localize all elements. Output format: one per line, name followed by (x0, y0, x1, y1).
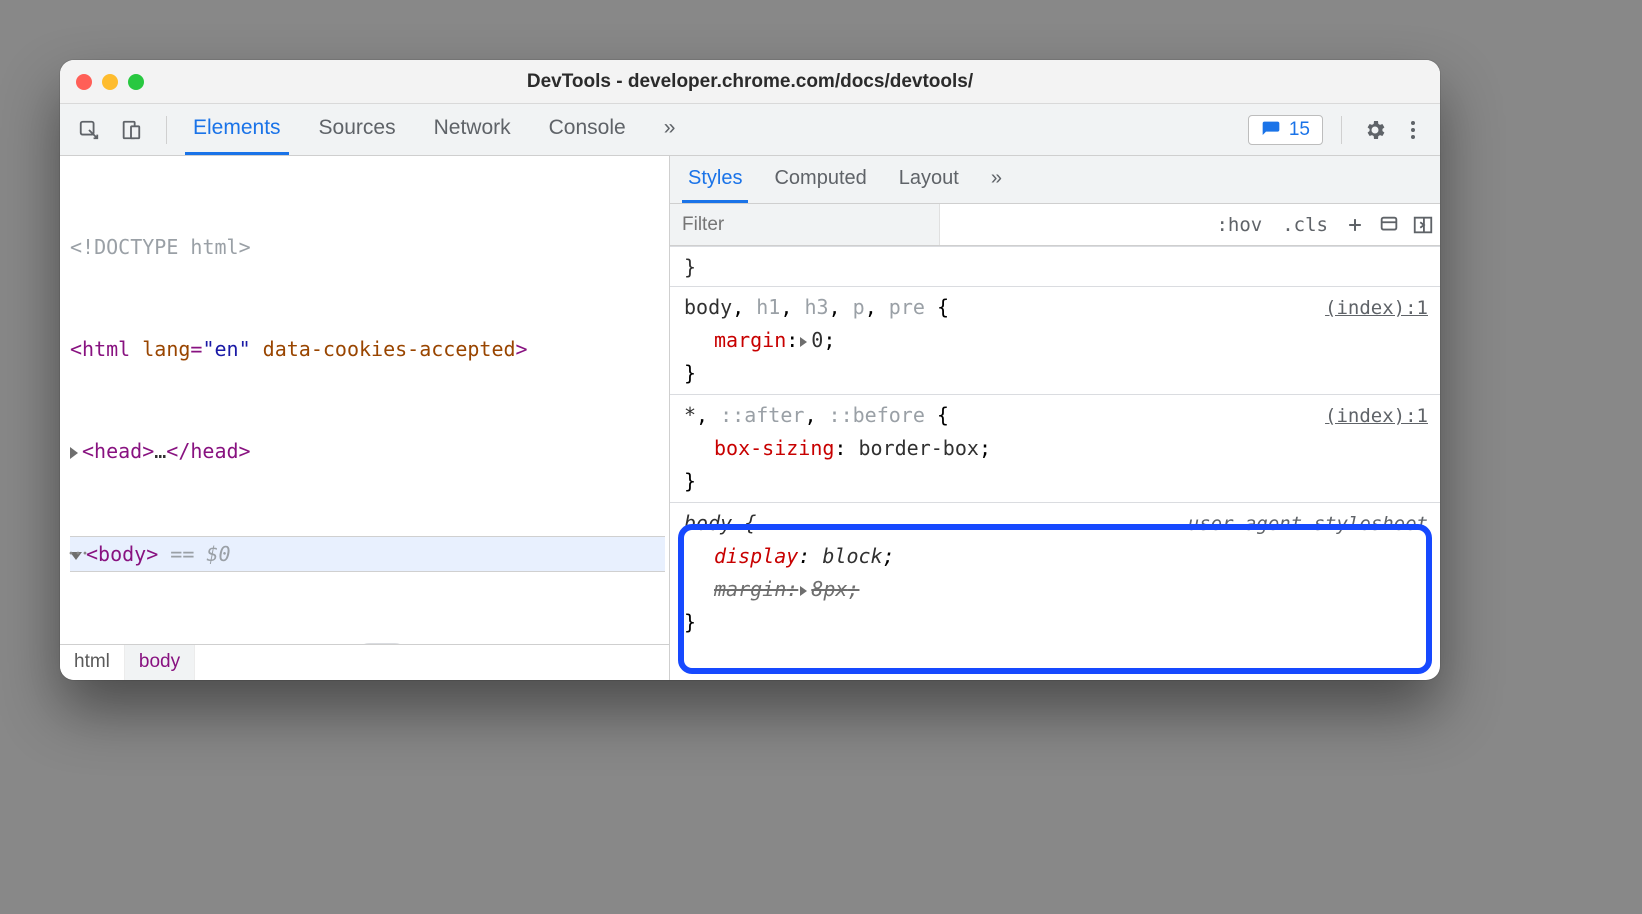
close-window-button[interactable] (76, 74, 92, 90)
styles-panel: Styles Computed Layout » :hov .cls } (i (670, 156, 1440, 680)
tab-console[interactable]: Console (541, 104, 634, 155)
styles-tab-layout[interactable]: Layout (893, 157, 965, 203)
traffic-lights (76, 74, 144, 90)
user-agent-style-rule[interactable]: user agent stylesheet body { display: bl… (670, 503, 1440, 643)
tab-elements[interactable]: Elements (185, 104, 289, 155)
issues-count: 15 (1289, 119, 1310, 141)
device-emulation-icon[interactable] (114, 113, 148, 147)
style-rules: } (index):1 body, h1, h3, p, pre { margi… (670, 246, 1440, 680)
new-style-rule-icon[interactable] (1338, 215, 1372, 235)
class-toggle-button[interactable]: .cls (1272, 214, 1338, 236)
dom-head[interactable]: <head>…</head> (70, 434, 665, 468)
issues-badge[interactable]: 15 (1248, 115, 1323, 145)
window-title: DevTools - developer.chrome.com/docs/dev… (60, 71, 1440, 93)
toolbar-divider (166, 116, 167, 144)
styles-tab-styles[interactable]: Styles (682, 157, 748, 203)
inspect-element-icon[interactable] (72, 113, 106, 147)
crumb-body[interactable]: body (125, 645, 195, 680)
styles-tab-computed[interactable]: Computed (768, 157, 872, 203)
expand-shorthand-icon[interactable] (800, 586, 807, 596)
dom-tree[interactable]: <!DOCTYPE html> <html lang="en" data-coo… (60, 156, 669, 644)
elements-panel: <!DOCTYPE html> <html lang="en" data-coo… (60, 156, 670, 680)
tab-sources[interactable]: Sources (311, 104, 404, 155)
rule-source-link[interactable]: (index):1 (1325, 401, 1428, 432)
main-toolbar: Elements Sources Network Console » 15 (60, 104, 1440, 156)
styles-filter-input[interactable] (670, 204, 940, 245)
settings-icon[interactable] (1360, 115, 1390, 145)
computed-view-icon[interactable] (1406, 214, 1440, 236)
style-rule[interactable]: } (670, 246, 1440, 287)
tab-network[interactable]: Network (426, 104, 519, 155)
dom-html-open[interactable]: <html lang="en" data-cookies-accepted> (70, 332, 665, 366)
styles-filter-bar: :hov .cls (670, 204, 1440, 246)
expand-shorthand-icon[interactable] (800, 337, 807, 347)
styles-tabs: Styles Computed Layout » (670, 156, 1440, 204)
main-tabs: Elements Sources Network Console » (185, 104, 683, 155)
maximize-window-button[interactable] (128, 74, 144, 90)
styles-more-tabs-icon[interactable]: » (985, 157, 1008, 203)
paint-bucket-icon[interactable] (1372, 214, 1406, 236)
breadcrumbs: html body (60, 644, 669, 680)
minimize-window-button[interactable] (102, 74, 118, 90)
rule-source-label: user agent stylesheet (1188, 509, 1428, 540)
toolbar-divider (1341, 116, 1342, 144)
titlebar: DevTools - developer.chrome.com/docs/dev… (60, 60, 1440, 104)
style-rule[interactable]: (index):1 body, h1, h3, p, pre { margin:… (670, 287, 1440, 395)
crumb-html[interactable]: html (60, 645, 125, 680)
panes: <!DOCTYPE html> <html lang="en" data-coo… (60, 156, 1440, 680)
more-tabs-icon[interactable]: » (656, 104, 684, 155)
more-options-icon[interactable] (1398, 115, 1428, 145)
dom-body-selected[interactable]: <body> == $0 (70, 536, 665, 572)
devtools-window: DevTools - developer.chrome.com/docs/dev… (60, 60, 1440, 680)
dom-doctype: <!DOCTYPE html> (70, 235, 251, 259)
hover-toggle-button[interactable]: :hov (1206, 214, 1272, 236)
style-rule[interactable]: (index):1 *, ::after, ::before { box-siz… (670, 395, 1440, 503)
rule-source-link[interactable]: (index):1 (1325, 293, 1428, 324)
